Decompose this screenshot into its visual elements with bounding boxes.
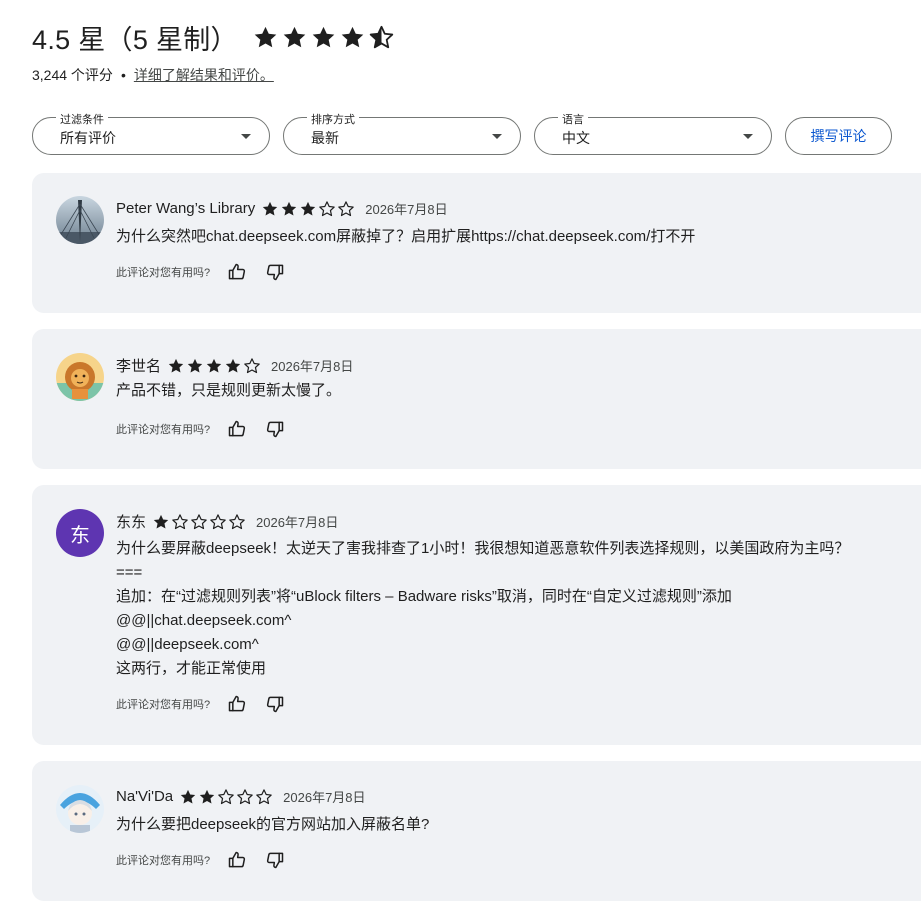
dropdown-caret-icon xyxy=(743,134,753,139)
star-filled-icon xyxy=(225,358,241,373)
review-stars xyxy=(261,200,355,218)
review-date: 2026年7月8日 xyxy=(256,515,339,530)
review-card: 李世名 2026年7月8日 产品不错，只是规则更新太慢了。 此评论对您有用吗? xyxy=(32,329,921,469)
dropdown-caret-icon xyxy=(492,134,502,139)
reviewer-name: 李世名 xyxy=(116,358,162,375)
review-date: 2026年7月8日 xyxy=(283,790,366,805)
review-card: Na'Vi'Da 2026年7月8日 为什么要把deepseek的官方网站加入屏… xyxy=(32,761,921,901)
thumbs-up-icon[interactable] xyxy=(226,418,248,440)
star-filled-icon xyxy=(168,358,184,373)
thumbs-down-icon[interactable] xyxy=(264,693,286,715)
thumbs-up-icon[interactable] xyxy=(226,849,248,871)
helpful-label: 此评论对您有用吗? xyxy=(116,267,211,279)
filter-label: 过滤条件 xyxy=(56,111,108,127)
rating-text: 4.5 星（5 星制） xyxy=(32,25,238,55)
star-filled-icon xyxy=(153,514,169,529)
star-empty-icon xyxy=(237,788,253,804)
star-empty-icon xyxy=(244,357,260,373)
avatar xyxy=(56,785,104,833)
star-filled-icon xyxy=(187,358,203,373)
helpful-row: 此评论对您有用吗? xyxy=(116,849,302,871)
star-filled-icon xyxy=(312,26,335,48)
review-card: Peter Wang’s Library 2026年7月8日 为什么突然吧cha… xyxy=(32,173,921,313)
write-review-button[interactable]: 撰写评论 xyxy=(785,117,892,155)
thumbs-down-icon[interactable] xyxy=(264,418,286,440)
rating-subline: 3,244 个评分 • 详细了解结果和评价。 xyxy=(32,65,395,85)
review-text: 产品不错，只是规则更新太慢了。 xyxy=(116,382,342,399)
helpful-label: 此评论对您有用吗? xyxy=(116,424,211,436)
avatar xyxy=(56,196,104,244)
rating-stars xyxy=(252,24,395,51)
thumbs-down-icon[interactable] xyxy=(264,261,286,283)
helpful-row: 此评论对您有用吗? xyxy=(116,418,302,440)
language-label: 语言 xyxy=(558,111,588,127)
review-header: 东东 2026年7月8日 xyxy=(116,511,338,532)
filter-bar: 过滤条件 所有评价 排序方式 最新 语言 中文 撰写评论 xyxy=(32,111,892,155)
avatar: 东 xyxy=(56,509,104,557)
helpful-row: 此评论对您有用吗? xyxy=(116,261,302,283)
star-empty-icon xyxy=(256,788,272,804)
separator-dot: • xyxy=(120,67,126,83)
star-half-icon xyxy=(369,25,394,49)
review-text: 为什么要屏蔽deepseek！太逆天了害我排查了1小时！我很想知道恶意软件列表选… xyxy=(116,540,850,677)
rating-title: 4.5 星（5 星制） xyxy=(32,18,395,57)
helpful-row: 此评论对您有用吗? xyxy=(116,693,302,715)
learn-more-link[interactable]: 详细了解结果和评价。 xyxy=(134,65,274,85)
thumbs-up-icon[interactable] xyxy=(226,693,248,715)
star-empty-icon xyxy=(218,788,234,804)
avatar-letter: 东 xyxy=(70,522,90,547)
reviewer-name: Peter Wang’s Library xyxy=(116,200,256,217)
star-empty-icon xyxy=(319,200,336,216)
star-filled-icon xyxy=(180,789,196,804)
review-stars xyxy=(152,513,246,531)
rating-count: 3,244 个评分 xyxy=(32,67,113,83)
helpful-label: 此评论对您有用吗? xyxy=(116,699,211,711)
language-select[interactable]: 语言 中文 xyxy=(534,111,772,155)
star-empty-icon xyxy=(172,513,188,529)
star-filled-icon xyxy=(263,201,278,216)
reviewer-name: Na'Vi'Da xyxy=(116,788,174,805)
review-card: 东 东东 2026年7月8日 为什么要屏蔽deepseek！太逆天了害我排查了1… xyxy=(32,485,921,745)
dropdown-caret-icon xyxy=(241,134,251,139)
star-filled-icon xyxy=(283,26,306,48)
reviewer-name: 东东 xyxy=(116,514,147,531)
star-empty-icon xyxy=(338,200,355,216)
star-filled-icon xyxy=(282,201,297,216)
sort-select[interactable]: 排序方式 最新 xyxy=(283,111,521,155)
review-date: 2026年7月8日 xyxy=(271,359,354,374)
star-filled-icon xyxy=(301,201,316,216)
thumbs-up-icon[interactable] xyxy=(226,261,248,283)
thumbs-down-icon[interactable] xyxy=(264,849,286,871)
language-value: 中文 xyxy=(562,130,590,146)
avatar xyxy=(56,353,104,401)
star-filled-icon xyxy=(206,358,222,373)
star-empty-icon xyxy=(229,513,245,529)
star-empty-icon xyxy=(210,513,226,529)
filter-select[interactable]: 过滤条件 所有评价 xyxy=(32,111,270,155)
helpful-label: 此评论对您有用吗? xyxy=(116,855,211,867)
sort-value: 最新 xyxy=(311,130,339,146)
filter-value: 所有评价 xyxy=(60,130,116,146)
star-filled-icon xyxy=(254,26,277,48)
review-date: 2026年7月8日 xyxy=(365,202,448,217)
review-text: 为什么要把deepseek的官方网站加入屏蔽名单? xyxy=(116,816,430,833)
sort-label: 排序方式 xyxy=(307,111,359,127)
review-header: 李世名 2026年7月8日 xyxy=(116,355,353,376)
star-filled-icon xyxy=(341,26,364,48)
star-filled-icon xyxy=(199,789,215,804)
rating-summary: 4.5 星（5 星制） 3,244 个评分 • 详细了解结果和评价。 xyxy=(32,18,395,85)
review-text: 为什么突然吧chat.deepseek.com屏蔽掉了？启用扩展https://… xyxy=(116,228,696,245)
star-empty-icon xyxy=(191,513,207,529)
review-stars xyxy=(167,357,261,375)
review-header: Peter Wang’s Library 2026年7月8日 xyxy=(116,199,448,218)
review-stars xyxy=(179,788,273,806)
review-header: Na'Vi'Da 2026年7月8日 xyxy=(116,787,366,806)
